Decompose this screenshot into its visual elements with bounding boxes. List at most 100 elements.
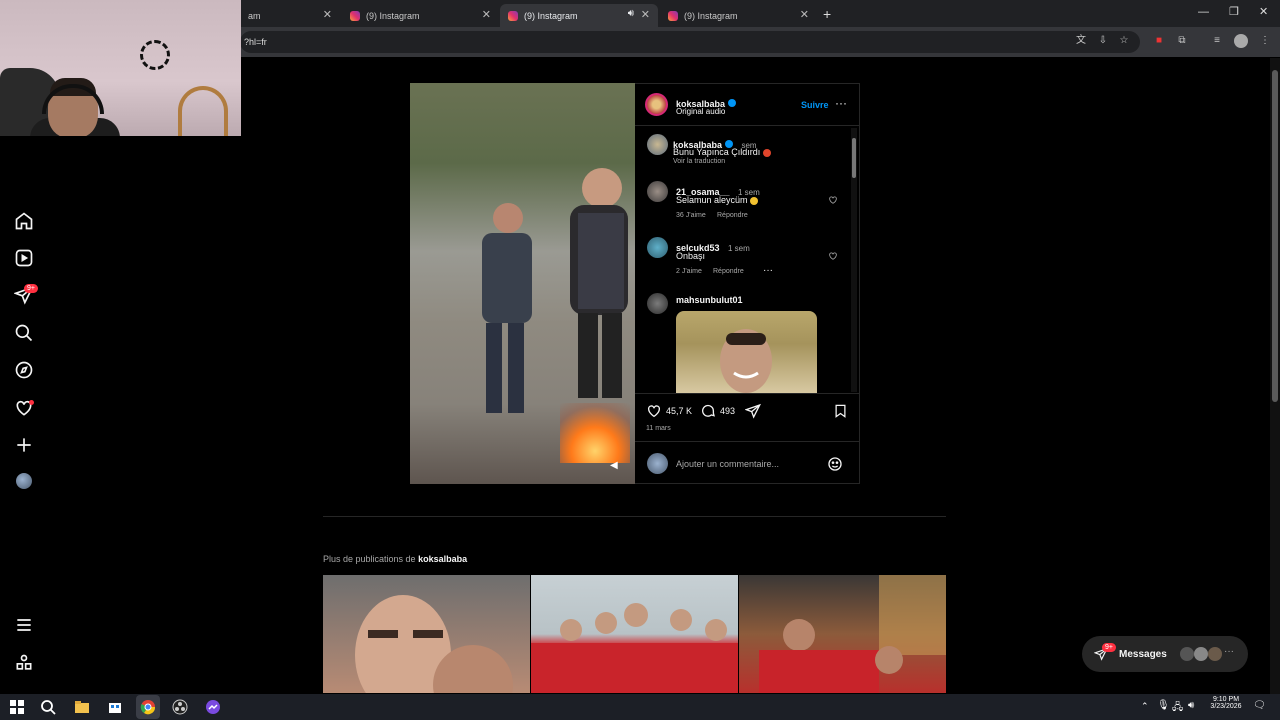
- reply-button[interactable]: Répondre: [717, 212, 748, 219]
- close-tab-icon[interactable]: ✕: [323, 8, 332, 21]
- tray-expand-icon[interactable]: ⌃: [1141, 701, 1149, 712]
- reels-icon[interactable]: [14, 248, 34, 268]
- create-plus-icon[interactable]: [14, 435, 34, 455]
- comment-avatar[interactable]: [647, 293, 668, 314]
- comment-text: Onbaşı: [676, 251, 706, 261]
- tab-title: am: [248, 10, 261, 21]
- notification-center-icon[interactable]: 🗨︎: [1253, 700, 1266, 711]
- emoji-picker-icon[interactable]: [827, 456, 843, 472]
- save-bookmark-icon[interactable]: [833, 403, 848, 419]
- wall-mirror: [140, 40, 170, 70]
- translate-icon[interactable]: 文: [1074, 34, 1088, 48]
- meta-apps-icon[interactable]: [14, 653, 34, 673]
- post-thumbnail[interactable]: [323, 575, 530, 693]
- taskbar-search-icon[interactable]: [40, 699, 56, 715]
- restore-icon[interactable]: ❐: [1229, 5, 1239, 18]
- microphone-icon[interactable]: 🎙︎: [1157, 700, 1170, 711]
- messenger-icon[interactable]: [205, 699, 221, 715]
- like-heart-icon[interactable]: [646, 403, 662, 419]
- gif-person-image: [720, 329, 772, 393]
- network-icon[interactable]: 🖧︎: [1172, 700, 1183, 717]
- tab-title: (9) Instagram: [366, 10, 420, 21]
- windows-start-icon[interactable]: [9, 699, 25, 715]
- comment-gif[interactable]: [676, 311, 817, 393]
- comment-likes[interactable]: 36 J'aime: [676, 212, 706, 219]
- message-avatar: [1194, 647, 1208, 661]
- post-thumbnail[interactable]: [739, 575, 946, 693]
- comment-bubble-icon[interactable]: [700, 403, 716, 419]
- close-tab-icon[interactable]: ✕: [482, 8, 491, 21]
- explore-compass-icon[interactable]: [14, 360, 34, 380]
- browser-tab-active[interactable]: (9) Instagram 🔊︎ ✕: [500, 4, 658, 27]
- my-avatar: [647, 453, 668, 474]
- thumbnail-team-image: [531, 603, 738, 693]
- extensions-puzzle-icon[interactable]: ⧉: [1175, 34, 1189, 48]
- search-icon[interactable]: [14, 323, 34, 343]
- comments-scrollbar-thumb[interactable]: [852, 138, 856, 178]
- profile-avatar[interactable]: [1234, 34, 1248, 48]
- close-tab-icon[interactable]: ✕: [641, 8, 650, 21]
- follow-button[interactable]: Suivre: [801, 100, 829, 110]
- comment-like-heart-icon[interactable]: [828, 251, 838, 261]
- obs-icon[interactable]: [172, 699, 188, 715]
- comment-likes[interactable]: 2 J'aime: [676, 268, 702, 275]
- post-video[interactable]: ◀︎: [410, 83, 635, 484]
- new-tab-icon[interactable]: +: [823, 6, 831, 22]
- comment-avatar[interactable]: [647, 237, 668, 258]
- media-control-icon[interactable]: ≡: [1210, 34, 1224, 48]
- translate-link[interactable]: Voir la traduction: [673, 158, 725, 165]
- comment-more-icon[interactable]: ···: [763, 265, 773, 276]
- audio-label[interactable]: Original audio: [676, 107, 725, 116]
- minimize-icon[interactable]: —: [1198, 6, 1209, 18]
- video-person-adult: [570, 168, 628, 398]
- comment-input[interactable]: Ajouter un commentaire...: [676, 459, 779, 469]
- browser-menu-icon[interactable]: ⋮: [1258, 34, 1272, 48]
- windows-taskbar: [0, 694, 1280, 720]
- share-icon[interactable]: [745, 403, 761, 419]
- author-avatar[interactable]: [645, 93, 668, 116]
- tab-title: (9) Instagram: [524, 10, 578, 21]
- likes-count[interactable]: 45,7 K: [666, 406, 692, 416]
- close-window-icon[interactable]: ✕: [1259, 5, 1268, 18]
- comment-avatar[interactable]: [647, 181, 668, 202]
- mute-icon[interactable]: ◀︎: [610, 460, 618, 471]
- extension-icon[interactable]: ■: [1152, 34, 1166, 48]
- messages-label: Messages: [1119, 649, 1167, 660]
- volume-icon[interactable]: 🔊︎: [1188, 700, 1194, 711]
- chair-back: [178, 86, 228, 136]
- post-date: 11 mars: [646, 425, 671, 432]
- chrome-icon[interactable]: [140, 699, 156, 715]
- notifications-badge: 9+: [24, 284, 38, 293]
- message-avatar: [1208, 647, 1222, 661]
- post-thumbnail[interactable]: [531, 575, 738, 693]
- browser-tab[interactable]: am ✕: [240, 4, 340, 27]
- video-person-child: [482, 203, 532, 413]
- home-icon[interactable]: [14, 211, 34, 231]
- message-avatar: [1180, 647, 1194, 661]
- browser-tab[interactable]: (9) Instagram ✕: [660, 4, 817, 27]
- speaker-icon[interactable]: 🔊︎: [628, 8, 634, 19]
- store-icon[interactable]: [107, 699, 123, 715]
- comment-username[interactable]: mahsunbulut01: [676, 295, 743, 305]
- bookmark-star-icon[interactable]: ☆: [1117, 34, 1131, 48]
- clock-time: 9:10 PM: [1212, 696, 1240, 703]
- smile-emoji-icon: [750, 196, 759, 205]
- browser-tab[interactable]: (9) Instagram ✕: [342, 4, 499, 27]
- profile-avatar[interactable]: [16, 473, 32, 489]
- address-bar[interactable]: ?hl=fr: [240, 31, 1140, 53]
- file-explorer-icon[interactable]: [74, 699, 90, 715]
- messages-button[interactable]: 9+ Messages ···: [1082, 636, 1248, 672]
- reply-button[interactable]: Répondre: [713, 268, 744, 275]
- more-posts-heading: Plus de publications de koksalbaba: [323, 554, 468, 564]
- thumbnail-crowd-image: [759, 575, 946, 693]
- campfire: [560, 403, 630, 463]
- install-app-icon[interactable]: ⇩: [1096, 34, 1110, 48]
- comment-like-heart-icon[interactable]: [828, 195, 838, 205]
- caption-avatar[interactable]: [647, 134, 668, 155]
- clock[interactable]: 9:10 PM 3/23/2026: [1202, 696, 1250, 710]
- more-options-icon[interactable]: ···: [835, 96, 847, 110]
- close-tab-icon[interactable]: ✕: [800, 8, 809, 21]
- comments-count[interactable]: 493: [720, 406, 735, 416]
- page-scrollbar-thumb[interactable]: [1272, 70, 1278, 402]
- menu-hamburger-icon[interactable]: [14, 615, 34, 635]
